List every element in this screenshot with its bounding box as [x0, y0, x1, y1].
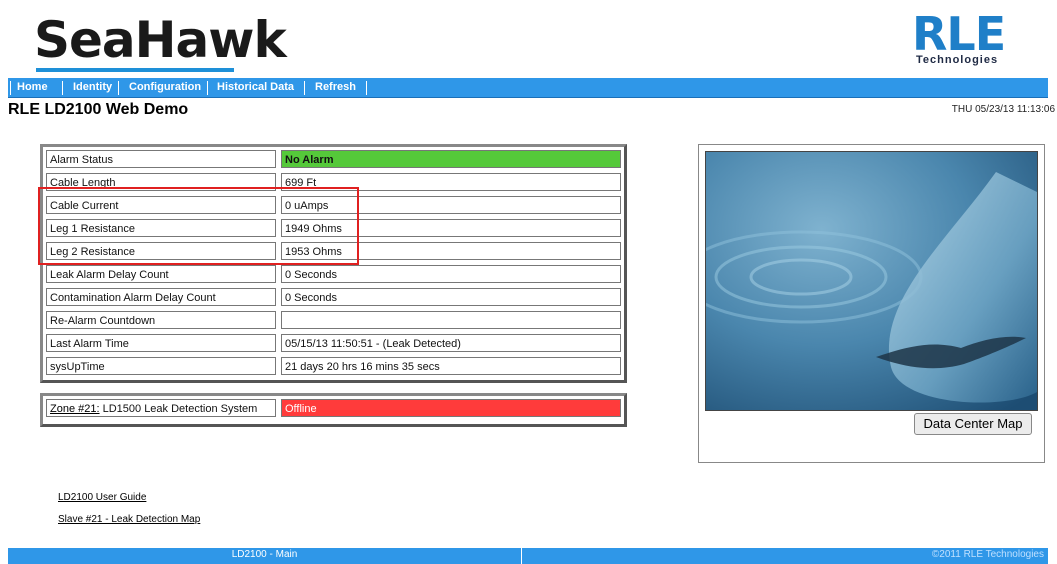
- row-value: 05/15/13 11:50:51 - (Leak Detected): [281, 334, 621, 352]
- row-label: Last Alarm Time: [46, 334, 276, 352]
- ocean-eagle-graphic: [706, 152, 1037, 410]
- row-label: Alarm Status: [46, 150, 276, 168]
- rle-logo: RLE Technologies: [912, 8, 1032, 74]
- nav-separator: [304, 81, 305, 95]
- data-center-map-button[interactable]: Data Center Map: [914, 413, 1032, 435]
- seahawk-banner-image: [705, 151, 1038, 411]
- nav-separator: [118, 81, 119, 95]
- row-label: Re-Alarm Countdown: [46, 311, 276, 329]
- nav-separator: [62, 81, 63, 95]
- zone-row: Zone #21: LD1500 Leak Detection System O…: [46, 399, 621, 419]
- nav-refresh[interactable]: Refresh: [315, 78, 356, 97]
- table-row: Leak Alarm Delay Count 0 Seconds: [46, 265, 621, 285]
- table-row: Alarm Status No Alarm: [46, 150, 621, 170]
- row-label: Leak Alarm Delay Count: [46, 265, 276, 283]
- row-value: 0 Seconds: [281, 288, 621, 306]
- footer-copyright: ©2011 RLE Technologies: [931, 549, 1044, 560]
- row-value: 0 Seconds: [281, 265, 621, 283]
- image-panel: Data Center Map: [698, 144, 1045, 463]
- seahawk-logo-text: SeaHawk: [34, 11, 287, 69]
- page-title: RLE LD2100 Web Demo: [8, 101, 189, 118]
- nav-separator: [10, 81, 11, 95]
- red-highlight-box: [38, 187, 359, 265]
- alarm-status-value: No Alarm: [281, 150, 621, 168]
- nav-home[interactable]: Home: [17, 78, 48, 97]
- nav-separator: [366, 81, 367, 95]
- zone-table: Zone #21: LD1500 Leak Detection System O…: [40, 393, 627, 427]
- zone-description: LD1500 Leak Detection System: [99, 403, 258, 415]
- zone-status-value: Offline: [281, 399, 621, 417]
- nav-separator: [207, 81, 208, 95]
- seahawk-logo: SeaHawk: [34, 12, 287, 72]
- seahawk-logo-underline: [36, 68, 234, 72]
- zone-link[interactable]: Zone #21:: [50, 403, 100, 415]
- user-guide-link[interactable]: LD2100 User Guide: [58, 492, 146, 503]
- nav-configuration[interactable]: Configuration: [129, 78, 201, 97]
- table-row: sysUpTime 21 days 20 hrs 16 mins 35 secs: [46, 357, 621, 377]
- table-row: Contamination Alarm Delay Count 0 Second…: [46, 288, 621, 308]
- nav-historical-data[interactable]: Historical Data: [217, 78, 294, 97]
- rle-logo-tagline: Technologies: [916, 54, 999, 66]
- row-value: [281, 311, 621, 329]
- row-label: Contamination Alarm Delay Count: [46, 288, 276, 306]
- footer-page-label: LD2100 - Main: [231, 549, 298, 560]
- datetime-stamp: THU 05/23/13 11:13:06: [951, 104, 1055, 115]
- nav-identity[interactable]: Identity: [73, 78, 112, 97]
- rle-logo-text: RLE: [912, 7, 1006, 61]
- row-label: sysUpTime: [46, 357, 276, 375]
- zone-label: Zone #21: LD1500 Leak Detection System: [46, 399, 276, 417]
- table-row: Last Alarm Time 05/15/13 11:50:51 - (Lea…: [46, 334, 621, 354]
- nav-bar: Home Identity Configuration Historical D…: [8, 78, 1048, 98]
- table-row: Re-Alarm Countdown: [46, 311, 621, 331]
- leak-detection-map-link[interactable]: Slave #21 - Leak Detection Map: [58, 514, 200, 525]
- row-value: 21 days 20 hrs 16 mins 35 secs: [281, 357, 621, 375]
